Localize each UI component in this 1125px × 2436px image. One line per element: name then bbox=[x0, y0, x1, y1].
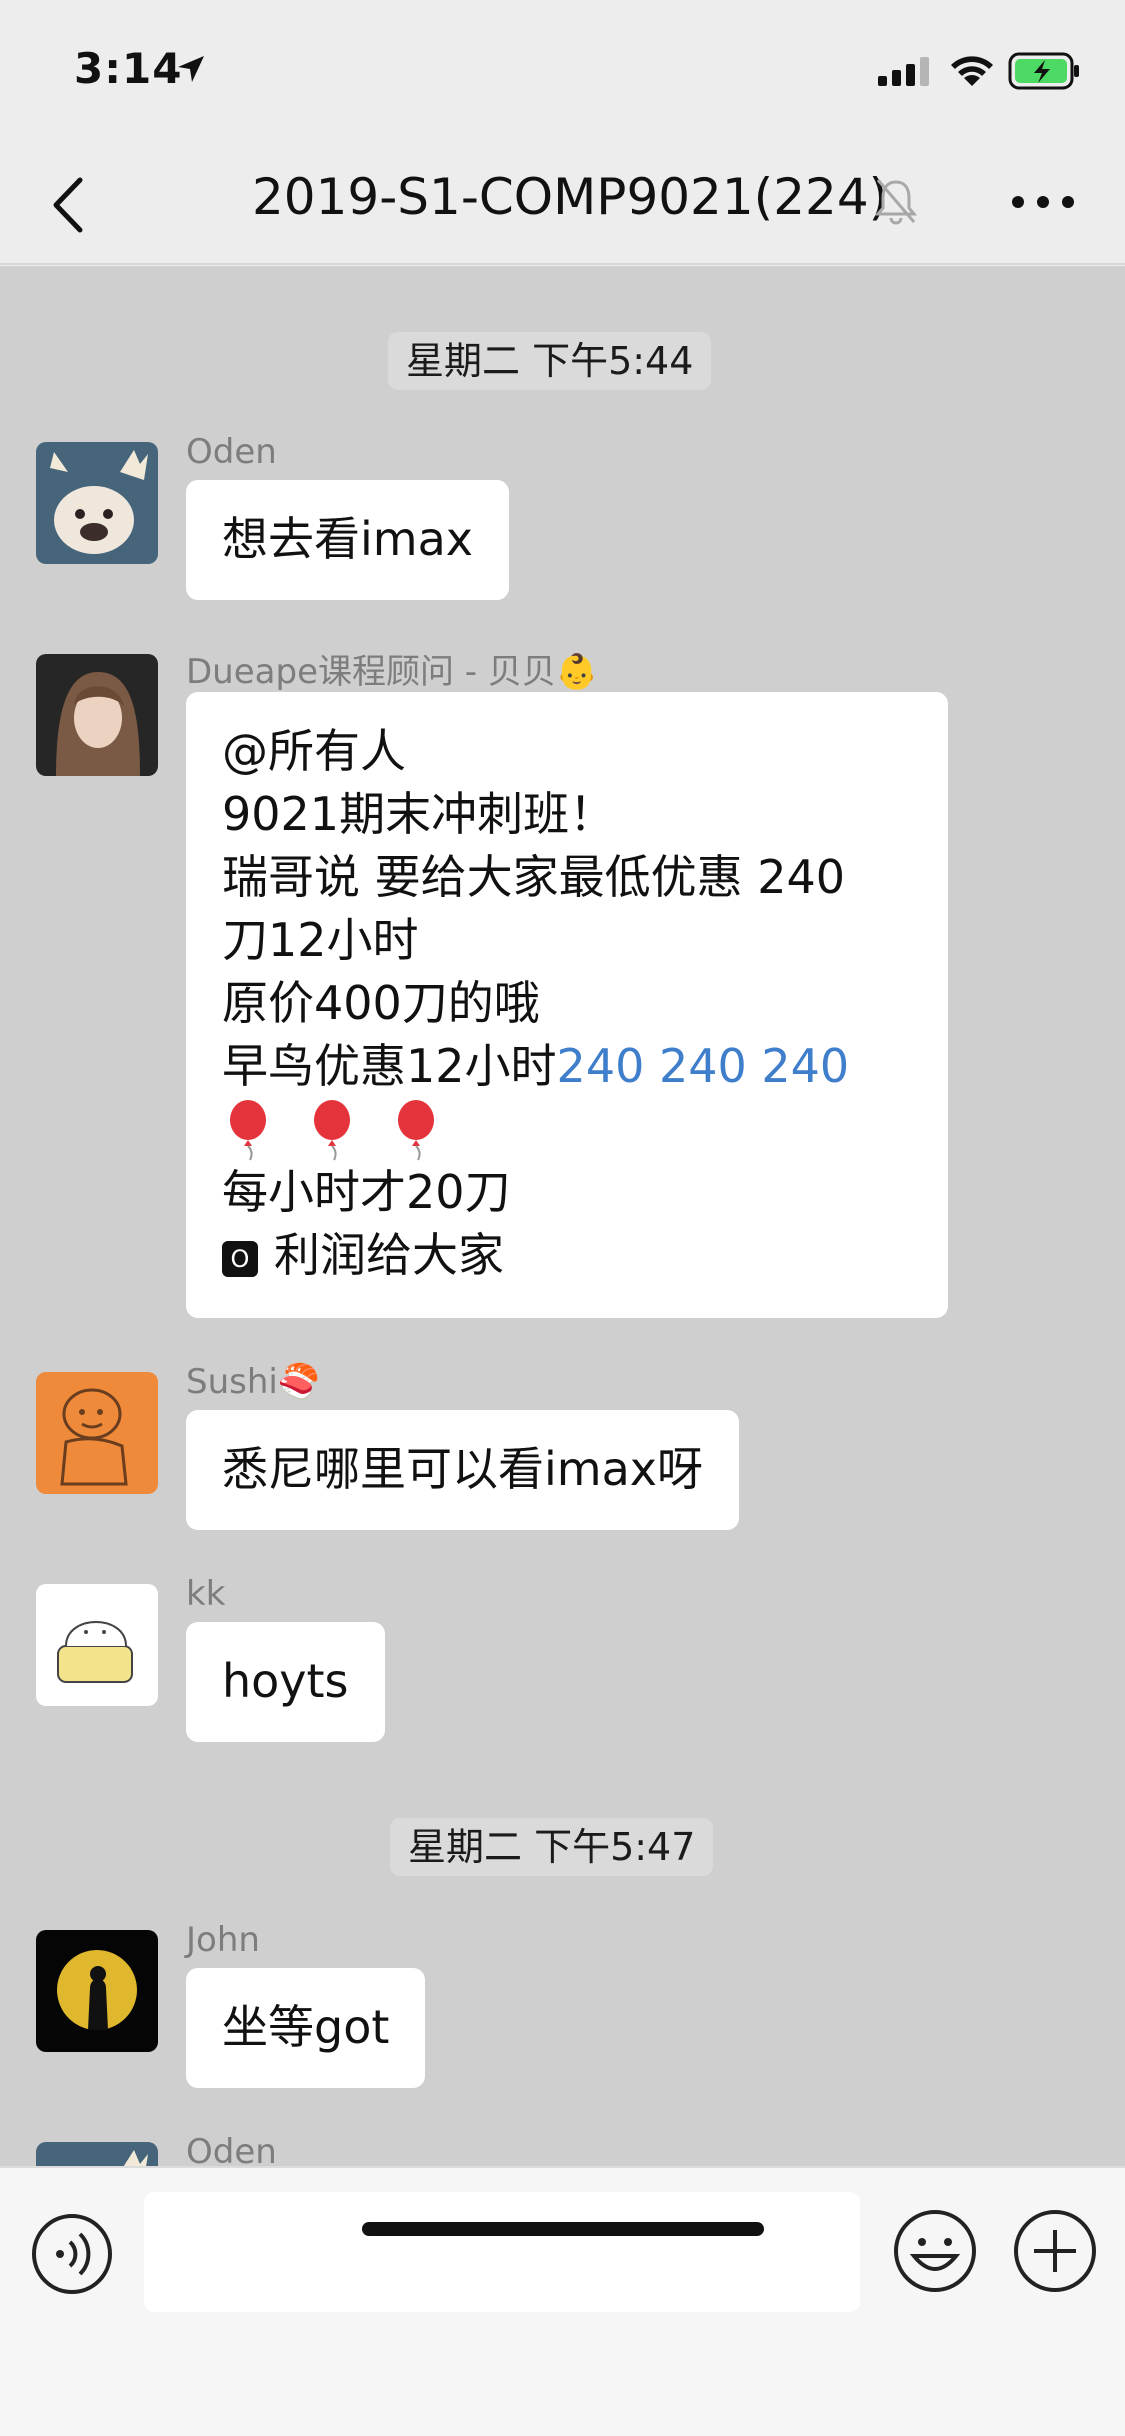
message-bubble[interactable]: @所有人 9021期末冲刺班！ 瑞哥说 要给大家最低优惠 240 刀12小时 原… bbox=[186, 692, 948, 1318]
avatar[interactable] bbox=[36, 1372, 158, 1494]
status-bar: 3:14 bbox=[0, 0, 1125, 140]
message-text: 瑞哥说 要给大家最低优惠 240 bbox=[222, 850, 846, 904]
sender-name: Sushi🍣 bbox=[186, 1362, 321, 1402]
chat-message-list[interactable]: 星期二 下午5:44 Oden 想去看imax Dueape课程顾问 - 贝贝👶… bbox=[0, 266, 1125, 2166]
avatar[interactable] bbox=[36, 442, 158, 564]
navigation-bar: 2019-S1-COMP9021(224) bbox=[0, 140, 1125, 265]
plus-icon[interactable] bbox=[1012, 2208, 1098, 2294]
emoji-icon[interactable] bbox=[892, 2208, 978, 2294]
message-text: 利润给大家 bbox=[274, 1228, 504, 1282]
message-text: 坐等got bbox=[222, 2000, 390, 2054]
message-text: @所有人 bbox=[222, 724, 406, 778]
message-text: 早鸟优惠12小时 bbox=[222, 1039, 557, 1093]
message-bubble[interactable]: 悉尼哪里可以看imax呀 bbox=[186, 1410, 740, 1530]
battery-charging-icon bbox=[1008, 52, 1079, 90]
balloon-emoji-row bbox=[222, 1098, 912, 1161]
message-input[interactable] bbox=[144, 2192, 860, 2312]
o-badge-icon: O bbox=[222, 1240, 258, 1277]
avatar[interactable] bbox=[36, 654, 158, 776]
location-arrow-icon bbox=[178, 56, 204, 82]
sender-name: John bbox=[186, 1920, 260, 1960]
message-text: 刀12小时 bbox=[222, 913, 419, 967]
message-bubble[interactable]: hoyts bbox=[186, 1622, 385, 1742]
link-text[interactable]: 240 240 240 bbox=[557, 1039, 850, 1093]
avatar[interactable] bbox=[36, 1930, 158, 2052]
avatar[interactable] bbox=[36, 2142, 158, 2166]
more-ellipsis-icon[interactable] bbox=[1008, 182, 1078, 222]
sender-name: Dueape课程顾问 - 贝贝👶 bbox=[186, 652, 599, 692]
voice-icon[interactable] bbox=[30, 2212, 114, 2296]
message-text: hoyts bbox=[222, 1654, 349, 1708]
sender-name: kk bbox=[186, 1574, 226, 1614]
message-text: 9021期末冲刺班！ bbox=[222, 787, 616, 841]
sender-name: Oden bbox=[186, 432, 277, 472]
message-text: 每小时才20刀 bbox=[222, 1165, 511, 1219]
timestamp: 星期二 下午5:44 bbox=[388, 332, 712, 390]
balloon-icons bbox=[230, 1100, 434, 1161]
input-bar bbox=[0, 2166, 1125, 2436]
message-bubble[interactable]: 想去看imax bbox=[186, 480, 510, 600]
sender-name: Oden bbox=[186, 2132, 277, 2166]
back-chevron-icon[interactable] bbox=[40, 170, 100, 240]
status-time: 3:14 bbox=[74, 44, 183, 93]
message-bubble[interactable]: 坐等got bbox=[186, 1968, 426, 2088]
message-text-line: 早鸟优惠12小时240 240 240 bbox=[222, 1035, 912, 1098]
chat-title: 2019-S1-COMP9021(224) bbox=[252, 168, 889, 226]
message-text: 原价400刀的哦 bbox=[222, 976, 540, 1030]
timestamp: 星期二 下午5:47 bbox=[390, 1818, 714, 1876]
home-indicator bbox=[362, 2222, 764, 2236]
cellular-signal-icon bbox=[878, 57, 929, 86]
wifi-icon bbox=[951, 56, 993, 86]
message-text: 想去看imax bbox=[222, 512, 474, 566]
message-text: 悉尼哪里可以看imax呀 bbox=[222, 1442, 704, 1496]
mute-bell-icon bbox=[874, 179, 918, 225]
avatar[interactable] bbox=[36, 1584, 158, 1706]
message-text-line: O 利润给大家 bbox=[222, 1224, 912, 1287]
